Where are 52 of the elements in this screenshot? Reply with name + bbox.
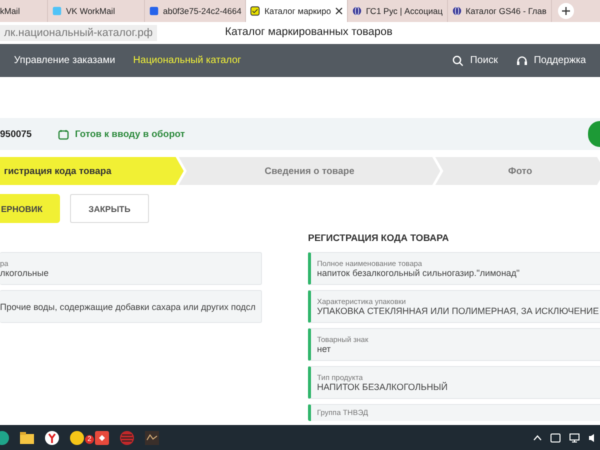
app-icon	[52, 6, 62, 16]
browser-tab[interactable]: VK WorkMail	[48, 0, 145, 22]
action-button[interactable]	[588, 121, 600, 147]
field-value: Прочие воды, содержащие добавки сахара или других подсл	[0, 302, 253, 312]
globe-icon	[452, 6, 462, 16]
tray-icon[interactable]	[550, 432, 561, 442]
field-value: НАПИТОК БЕЗАЛКОГОЛЬНЫЙ	[317, 382, 449, 392]
step-tab[interactable]: Фото	[435, 157, 600, 185]
nav-link[interactable]: Национальный каталог	[133, 55, 242, 66]
field-value: нет	[317, 344, 332, 354]
new-tab-button[interactable]	[558, 3, 574, 19]
plus-icon	[562, 7, 570, 15]
browser-tab[interactable]: Каталог GS46 - Глав	[448, 0, 552, 22]
tab-title: ГС1 Рус | Ассоциац	[366, 6, 443, 16]
browser-tab[interactable]: Каталог маркиро	[246, 0, 348, 22]
address-field[interactable]: лк.национальный-каталог.рф	[0, 25, 157, 41]
app-icon[interactable]	[69, 430, 85, 446]
nav-link[interactable]: Поиск	[470, 55, 498, 66]
step-tab[interactable]: Сведения о товаре	[178, 157, 440, 185]
nav-link[interactable]: Управление заказами	[14, 55, 116, 66]
product-code: 950075	[0, 128, 33, 140]
close-button[interactable]: ЗАКРЫТЬ	[70, 194, 150, 223]
browser-tab[interactable]: kMail	[0, 0, 48, 22]
search-icon	[452, 54, 464, 66]
form-field[interactable]: Прочие воды, содержащие добавки сахара или других подсл	[0, 290, 262, 323]
tab-title: kMail	[0, 6, 20, 16]
field-value: лкогольные	[0, 268, 50, 278]
app-icon[interactable]	[94, 430, 110, 446]
page-title: Каталог маркированных товаров	[225, 26, 392, 38]
folder-icon[interactable]	[19, 430, 35, 446]
nav-link[interactable]: Поддержка	[534, 55, 586, 66]
section-title: РЕГИСТРАЦИЯ КОДА ТОВАРА	[308, 233, 450, 246]
browser-tab[interactable]: ГС1 Рус | Ассоциац	[348, 0, 448, 22]
globe-icon	[352, 6, 362, 16]
monitor-icon[interactable]	[569, 432, 580, 442]
chevron-up-icon[interactable]	[533, 434, 542, 440]
status-text: Готов к вводу в оборот	[75, 128, 185, 140]
speaker-icon[interactable]	[588, 432, 596, 442]
checkbox-icon	[250, 6, 260, 16]
tab-title: VK WorkMail	[66, 6, 115, 16]
draft-button[interactable]: ЕРНОВИК	[0, 194, 60, 223]
browser-icon[interactable]	[44, 430, 60, 446]
headset-icon	[516, 54, 528, 66]
tab-title: ab0f3e75-24c2-4664	[163, 6, 242, 16]
tab-title: Каталог GS46 - Глав	[466, 6, 547, 16]
close-icon[interactable]	[334, 7, 343, 15]
document-icon	[58, 128, 69, 140]
tab-title: Каталог маркиро	[264, 6, 331, 16]
app-icon	[149, 6, 159, 16]
app-icon[interactable]	[144, 430, 160, 446]
step-tab[interactable]: гистрация кода товара	[0, 157, 184, 185]
field-value: напиток безалкогольный сильногазир."лимонад"	[317, 268, 521, 278]
